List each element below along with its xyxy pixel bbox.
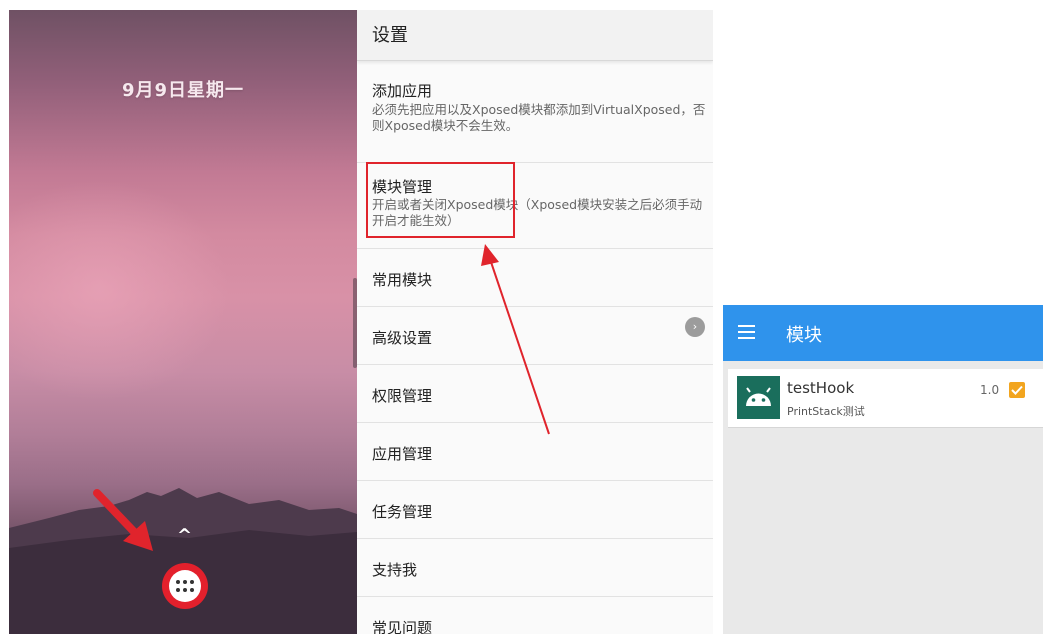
settings-toolbar: 设置 — [357, 10, 713, 61]
settings-item-add-app[interactable]: 添加应用 必须先把应用以及Xposed模块都添加到VirtualXposed，否… — [357, 72, 713, 163]
settings-item-title: 高级设置 — [372, 329, 433, 347]
settings-item-title: 任务管理 — [372, 503, 433, 521]
swipe-up-caret-icon: ^ — [177, 525, 193, 546]
android-icon — [737, 376, 780, 419]
modules-title: 模块 — [786, 325, 822, 346]
highlight-box — [366, 162, 515, 238]
settings-item-subtitle: 必须先把应用以及Xposed模块都添加到VirtualXposed，否则Xpos… — [372, 102, 706, 133]
settings-item-support[interactable]: 支持我 — [357, 538, 713, 597]
modules-toolbar: 模块 — [723, 305, 1043, 361]
settings-item-title: 常用模块 — [372, 271, 433, 289]
app-drawer-button[interactable] — [162, 563, 208, 609]
lockscreen-date: 9月9日星期一 — [121, 80, 245, 101]
app-drawer-inner — [169, 570, 201, 602]
settings-item-title: 常见问题 — [372, 619, 433, 634]
settings-item-title: 支持我 — [372, 561, 418, 579]
module-version: 1.0 — [980, 383, 1000, 397]
settings-title: 设置 — [372, 25, 408, 46]
hamburger-menu-icon[interactable] — [738, 325, 755, 343]
settings-item-title: 添加应用 — [372, 82, 433, 100]
settings-item-title: 应用管理 — [372, 445, 433, 463]
mountain-silhouette — [9, 488, 357, 634]
floating-chevron-icon[interactable]: › — [685, 317, 705, 337]
check-icon — [1011, 385, 1023, 395]
modules-screen: 模块 testHook PrintStack测试 1.0 — [723, 305, 1043, 634]
module-description: PrintStack测试 — [787, 405, 865, 418]
module-name: testHook — [787, 379, 855, 397]
module-card[interactable]: testHook PrintStack测试 1.0 — [728, 369, 1043, 428]
red-arrow-pointer-icon — [481, 244, 550, 435]
settings-item-task-manager[interactable]: 任务管理 — [357, 480, 713, 539]
settings-item-faq[interactable]: 常见问题 — [357, 596, 713, 634]
wallpaper-glow — [9, 180, 229, 400]
grid-dots-icon — [176, 580, 194, 592]
home-screen: 9月9日星期一 ^ — [9, 10, 357, 634]
module-enabled-checkbox[interactable] — [1009, 382, 1025, 398]
settings-item-title: 权限管理 — [372, 387, 433, 405]
red-arrow-to-drawer-icon — [93, 489, 153, 551]
